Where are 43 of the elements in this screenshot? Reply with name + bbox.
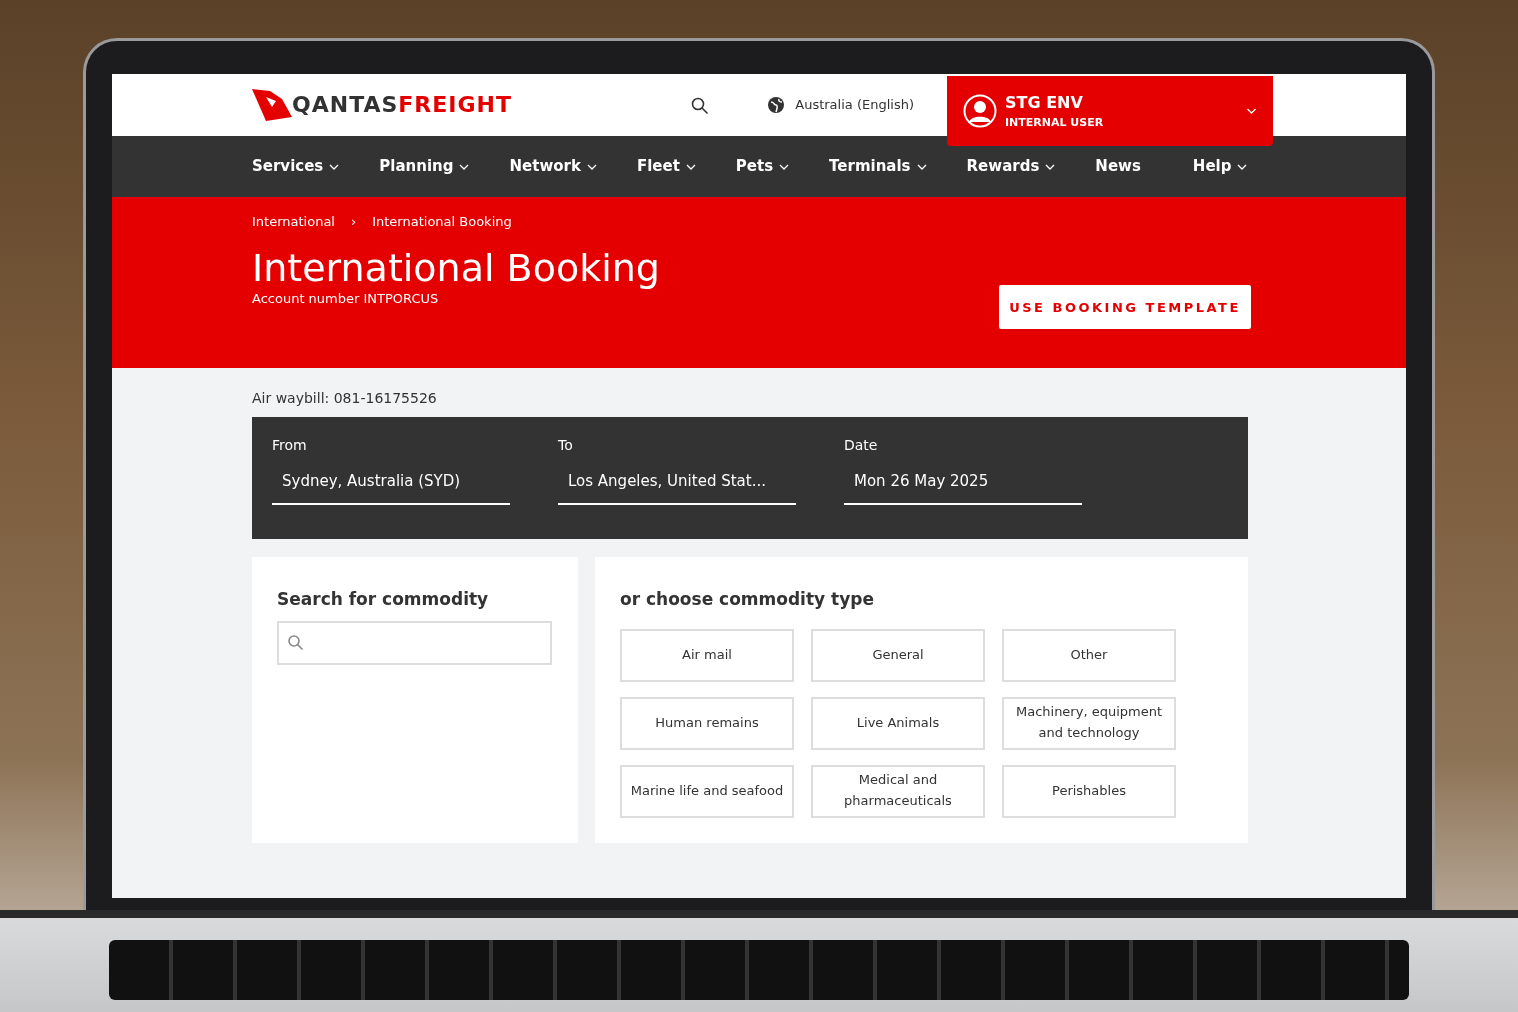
waybill-number: Air waybill: 081-16175526 (252, 389, 438, 408)
nav-link[interactable]: Fleet (636, 155, 696, 178)
nav-link[interactable]: Pets (735, 155, 790, 178)
search-icon (287, 633, 305, 652)
search-title: Search for commodity (277, 588, 490, 611)
user-avatar-icon (963, 94, 997, 128)
user-name: STG ENV (1005, 91, 1084, 114)
commodity-type-button[interactable]: Marine life and seafood (620, 764, 794, 818)
route-field[interactable]: Mon 26 May 2025 (844, 464, 1082, 505)
breadcrumb-link[interactable]: International Booking (372, 212, 512, 232)
commodity-type-button[interactable]: Human remains (620, 696, 794, 750)
field-label: To (558, 436, 574, 455)
commodity-type-button[interactable]: Medical and pharmaceuticals (811, 764, 985, 818)
user-role: INTERNAL USER (1005, 114, 1104, 131)
nav-link[interactable]: Terminals (829, 155, 927, 178)
route-field[interactable]: Sydney, Australia (SYD) (272, 464, 510, 505)
nav-link[interactable]: News (1095, 155, 1141, 178)
logo[interactable]: QANTASFREIGHT (252, 89, 512, 121)
nav-link[interactable]: Rewards (966, 155, 1056, 178)
commodity-type-button[interactable]: General (811, 628, 985, 682)
nav-link[interactable]: Planning (379, 155, 470, 178)
account-number: Account number INTPORCUS (252, 290, 439, 309)
commodity-type-button[interactable]: Perishables (1002, 764, 1176, 818)
nav-link[interactable]: Help (1192, 155, 1248, 178)
language-selector[interactable]: Australia (English) (795, 95, 914, 115)
nav-link[interactable]: Network (509, 155, 597, 178)
template-button[interactable]: USE BOOKING TEMPLATE (999, 285, 1251, 330)
globe-icon (767, 96, 786, 114)
commodity-type-button[interactable]: Live Animals (811, 696, 985, 750)
commodity-type-button[interactable]: Other (1002, 628, 1176, 682)
breadcrumb-separator: › (351, 213, 357, 231)
user-menu[interactable]: STG ENV INTERNAL USER (947, 76, 1273, 146)
commodity-type-button[interactable]: Air mail (620, 628, 794, 682)
field-label: From (272, 436, 308, 455)
commodity-type-button[interactable]: Machinery, equipment and technology (1002, 696, 1176, 750)
field-label: Date (844, 436, 879, 455)
breadcrumb-link[interactable]: International (252, 212, 335, 232)
route-field[interactable]: Los Angeles, United Stat... (558, 464, 796, 505)
page-title: International Booking (252, 247, 661, 290)
search-field[interactable] (277, 620, 552, 665)
chevron-down-icon (1246, 108, 1257, 114)
nav-link[interactable]: Services (252, 155, 340, 178)
commodity-title: or choose commodity type (620, 588, 875, 611)
